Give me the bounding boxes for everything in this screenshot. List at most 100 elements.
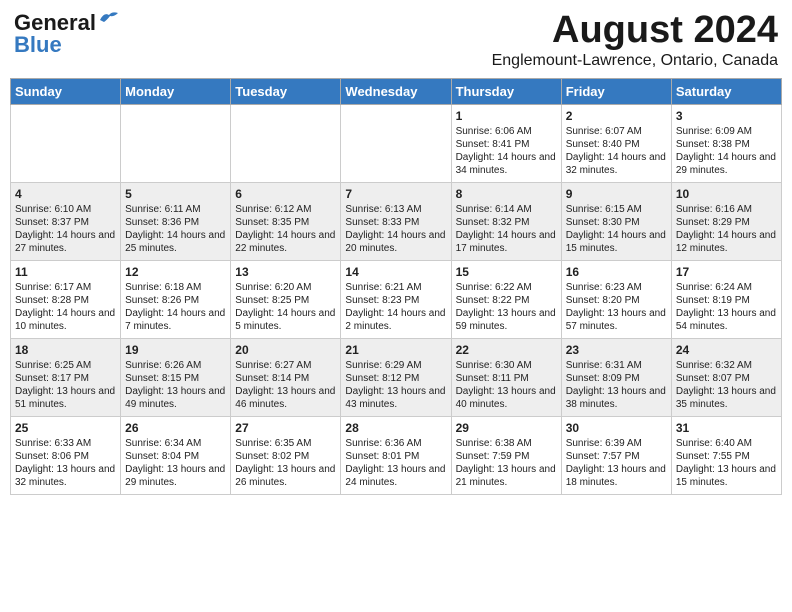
day-info: Daylight: 14 hours and 29 minutes. <box>676 151 777 177</box>
day-info: Sunset: 8:23 PM <box>345 294 446 307</box>
day-number: 29 <box>456 421 557 435</box>
day-info: Sunset: 8:15 PM <box>125 372 226 385</box>
logo-blue: Blue <box>14 32 62 58</box>
day-info: Sunrise: 6:10 AM <box>15 203 116 216</box>
day-info: Daylight: 13 hours and 43 minutes. <box>345 385 446 411</box>
day-number: 28 <box>345 421 446 435</box>
title-block: August 2024 Englemount-Lawrence, Ontario… <box>492 10 778 70</box>
weekday-header-saturday: Saturday <box>671 78 781 104</box>
day-info: Daylight: 13 hours and 35 minutes. <box>676 385 777 411</box>
calendar-cell: 10Sunrise: 6:16 AMSunset: 8:29 PMDayligh… <box>671 182 781 260</box>
weekday-header-monday: Monday <box>121 78 231 104</box>
calendar-cell <box>11 104 121 182</box>
day-info: Daylight: 13 hours and 51 minutes. <box>15 385 116 411</box>
day-info: Sunrise: 6:25 AM <box>15 359 116 372</box>
day-number: 1 <box>456 109 557 123</box>
calendar-cell: 18Sunrise: 6:25 AMSunset: 8:17 PMDayligh… <box>11 338 121 416</box>
day-info: Sunset: 8:07 PM <box>676 372 777 385</box>
day-number: 4 <box>15 187 116 201</box>
day-number: 19 <box>125 343 226 357</box>
day-info: Sunrise: 6:22 AM <box>456 281 557 294</box>
calendar-week-4: 25Sunrise: 6:33 AMSunset: 8:06 PMDayligh… <box>11 416 782 494</box>
day-info: Sunrise: 6:14 AM <box>456 203 557 216</box>
calendar-cell <box>341 104 451 182</box>
day-info: Sunrise: 6:11 AM <box>125 203 226 216</box>
day-number: 9 <box>566 187 667 201</box>
day-info: Daylight: 14 hours and 7 minutes. <box>125 307 226 333</box>
day-info: Sunset: 8:29 PM <box>676 216 777 229</box>
day-info: Daylight: 14 hours and 20 minutes. <box>345 229 446 255</box>
day-info: Sunrise: 6:15 AM <box>566 203 667 216</box>
day-info: Sunrise: 6:07 AM <box>566 125 667 138</box>
calendar-cell: 13Sunrise: 6:20 AMSunset: 8:25 PMDayligh… <box>231 260 341 338</box>
calendar-cell: 6Sunrise: 6:12 AMSunset: 8:35 PMDaylight… <box>231 182 341 260</box>
day-info: Sunrise: 6:36 AM <box>345 437 446 450</box>
day-info: Sunrise: 6:12 AM <box>235 203 336 216</box>
calendar-cell: 15Sunrise: 6:22 AMSunset: 8:22 PMDayligh… <box>451 260 561 338</box>
day-info: Sunset: 8:04 PM <box>125 450 226 463</box>
day-info: Sunset: 8:40 PM <box>566 138 667 151</box>
calendar-cell: 12Sunrise: 6:18 AMSunset: 8:26 PMDayligh… <box>121 260 231 338</box>
calendar-cell: 17Sunrise: 6:24 AMSunset: 8:19 PMDayligh… <box>671 260 781 338</box>
day-number: 3 <box>676 109 777 123</box>
day-info: Sunrise: 6:29 AM <box>345 359 446 372</box>
day-number: 5 <box>125 187 226 201</box>
day-number: 16 <box>566 265 667 279</box>
day-info: Sunset: 8:41 PM <box>456 138 557 151</box>
calendar-cell: 3Sunrise: 6:09 AMSunset: 8:38 PMDaylight… <box>671 104 781 182</box>
day-number: 31 <box>676 421 777 435</box>
calendar-cell: 29Sunrise: 6:38 AMSunset: 7:59 PMDayligh… <box>451 416 561 494</box>
day-info: Sunset: 8:06 PM <box>15 450 116 463</box>
day-info: Sunrise: 6:34 AM <box>125 437 226 450</box>
day-number: 25 <box>15 421 116 435</box>
day-number: 24 <box>676 343 777 357</box>
day-info: Sunset: 8:19 PM <box>676 294 777 307</box>
calendar-cell: 30Sunrise: 6:39 AMSunset: 7:57 PMDayligh… <box>561 416 671 494</box>
day-info: Sunrise: 6:23 AM <box>566 281 667 294</box>
day-info: Sunrise: 6:18 AM <box>125 281 226 294</box>
calendar-cell: 25 Sunrise: 6:33 AMSunset: 8:06 PMDayligh… <box>11 416 121 494</box>
day-number: 13 <box>235 265 336 279</box>
day-number: 12 <box>125 265 226 279</box>
day-info: Sunset: 8:02 PM <box>235 450 336 463</box>
day-info: Sunrise: 6:30 AM <box>456 359 557 372</box>
day-info: Daylight: 14 hours and 17 minutes. <box>456 229 557 255</box>
day-info: Sunrise: 6:06 AM <box>456 125 557 138</box>
calendar-header-row: SundayMondayTuesdayWednesdayThursdayFrid… <box>11 78 782 104</box>
day-info: Daylight: 14 hours and 27 minutes. <box>15 229 116 255</box>
day-info: Sunset: 8:32 PM <box>456 216 557 229</box>
day-info: Daylight: 14 hours and 15 minutes. <box>566 229 667 255</box>
day-info: Daylight: 14 hours and 2 minutes. <box>345 307 446 333</box>
day-info: Sunrise: 6:21 AM <box>345 281 446 294</box>
day-info: Sunset: 8:20 PM <box>566 294 667 307</box>
calendar-cell: 22Sunrise: 6:30 AMSunset: 8:11 PMDayligh… <box>451 338 561 416</box>
calendar-week-0: 1 Sunrise: 6:06 AMSunset: 8:41 PM Daylight… <box>11 104 782 182</box>
day-number: 10 <box>676 187 777 201</box>
day-info: Sunset: 8:17 PM <box>15 372 116 385</box>
day-info: Sunset: 8:11 PM <box>456 372 557 385</box>
calendar-cell <box>121 104 231 182</box>
day-number: 20 <box>235 343 336 357</box>
day-number: 6 <box>235 187 336 201</box>
weekday-header-tuesday: Tuesday <box>231 78 341 104</box>
calendar-cell: 31Sunrise: 6:40 AMSunset: 7:55 PMDayligh… <box>671 416 781 494</box>
day-info: Daylight: 13 hours and 18 minutes. <box>566 463 667 489</box>
day-number: 11 <box>15 265 116 279</box>
day-info: Sunrise: 6:33 AM <box>15 437 116 450</box>
weekday-header-wednesday: Wednesday <box>341 78 451 104</box>
day-info: Daylight: 13 hours and 32 minutes. <box>15 463 116 489</box>
day-info: Daylight: 13 hours and 57 minutes. <box>566 307 667 333</box>
calendar-body: 1 Sunrise: 6:06 AMSunset: 8:41 PM Daylight… <box>11 104 782 494</box>
day-info: Daylight: 13 hours and 38 minutes. <box>566 385 667 411</box>
calendar-table: SundayMondayTuesdayWednesdayThursdayFrid… <box>10 78 782 495</box>
day-info: Sunset: 8:09 PM <box>566 372 667 385</box>
day-info: Sunrise: 6:39 AM <box>566 437 667 450</box>
calendar-cell: 26Sunrise: 6:34 AMSunset: 8:04 PMDayligh… <box>121 416 231 494</box>
day-number: 17 <box>676 265 777 279</box>
day-info: Sunrise: 6:40 AM <box>676 437 777 450</box>
day-info: Sunset: 7:59 PM <box>456 450 557 463</box>
day-info: Sunset: 7:55 PM <box>676 450 777 463</box>
day-info: Sunset: 8:38 PM <box>676 138 777 151</box>
day-info: Sunrise: 6:20 AM <box>235 281 336 294</box>
day-info: Daylight: 13 hours and 21 minutes. <box>456 463 557 489</box>
